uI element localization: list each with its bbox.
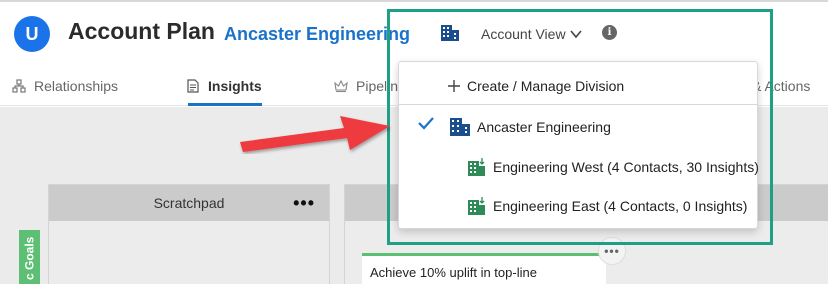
goal-card[interactable]: Achieve 10% uplift in top-line	[362, 253, 606, 284]
tab-relationships[interactable]: Relationships	[12, 78, 118, 94]
more-options-icon[interactable]: •••	[293, 193, 315, 214]
scratchpad-column: Scratchpad •••	[48, 184, 330, 284]
app-logo[interactable]: U	[14, 16, 50, 52]
top-border	[0, 0, 828, 2]
active-tab-indicator	[188, 103, 262, 106]
document-icon	[187, 79, 199, 93]
column-header: Scratchpad •••	[49, 185, 329, 221]
tab-insights[interactable]: Insights	[186, 78, 262, 94]
goals-side-tab[interactable]: c Goals	[19, 230, 40, 284]
tab-label: Relationships	[34, 78, 119, 94]
account-name-link[interactable]: Ancaster Engineering	[224, 24, 410, 45]
red-arrow-annotation	[240, 116, 390, 152]
org-chart-icon	[12, 79, 26, 93]
tab-label: Insights	[208, 78, 262, 94]
column-body	[49, 221, 329, 284]
highlight-annotation-box	[387, 9, 773, 245]
goal-card-text: Achieve 10% uplift in top-line	[370, 265, 537, 280]
column-title: Scratchpad	[153, 195, 225, 211]
crown-icon	[334, 79, 348, 93]
page-title: Account Plan	[68, 18, 215, 44]
